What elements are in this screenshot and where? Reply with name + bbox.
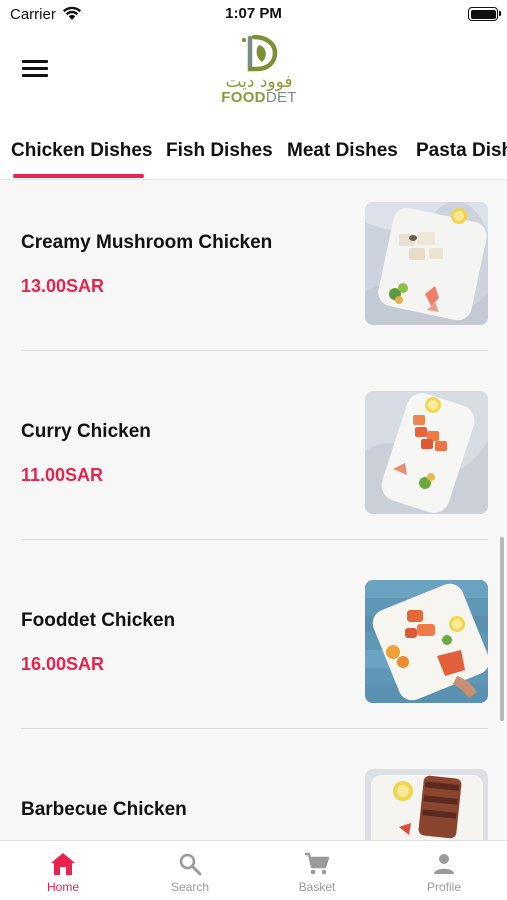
item-divider (21, 539, 488, 540)
list-item[interactable]: Barbecue Chicken (0, 747, 507, 840)
home-icon (51, 853, 75, 875)
dish-name: Curry Chicken (21, 421, 151, 442)
nav-search-label: Search (170, 880, 210, 894)
dish-name: Fooddet Chicken (21, 610, 176, 631)
dish-image (365, 580, 488, 703)
nav-search[interactable]: Search (127, 841, 253, 900)
tab-fish-dishes[interactable]: Fish Dishes (166, 140, 273, 162)
battery-icon (468, 7, 501, 21)
dish-price: 11.00SAR (21, 465, 104, 485)
search-icon (179, 853, 202, 876)
tab-meat-dishes[interactable]: Meat Dishes (287, 140, 398, 162)
nav-profile[interactable]: Profile (381, 841, 507, 900)
logo-brand-text: FOODDET (221, 89, 297, 106)
nav-profile-label: Profile (426, 880, 461, 894)
dish-image (365, 769, 488, 840)
dish-price: 16.00SAR (21, 654, 105, 674)
clock: 1:07 PM (225, 5, 282, 22)
nav-home[interactable]: Home (0, 841, 126, 900)
list-item[interactable]: Curry Chicken 11.00SAR (0, 369, 507, 558)
list-scrollbar[interactable] (500, 537, 504, 721)
cart-icon (305, 852, 330, 875)
tab-pasta-dishes[interactable]: Pasta Dishes (416, 140, 507, 162)
list-item[interactable]: Creamy Mushroom Chicken 13.00SAR (0, 180, 507, 369)
dish-image (365, 202, 488, 325)
bottom-nav: Home Search Basket Profile (0, 840, 507, 900)
app-header: فوود ديت FOODDET (0, 28, 507, 124)
nav-basket-label: Basket (298, 880, 336, 894)
item-divider (21, 728, 488, 729)
dish-name: Barbecue Chicken (21, 799, 187, 820)
dish-price: 13.00SAR (21, 276, 105, 296)
dish-name: Creamy Mushroom Chicken (21, 232, 273, 253)
hamburger-menu-icon[interactable] (22, 60, 48, 82)
status-bar: Carrier 1:07 PM (0, 0, 507, 28)
tab-chicken-dishes[interactable]: Chicken Dishes (11, 140, 153, 162)
fooddet-logo: فوود ديت FOODDET (214, 34, 304, 114)
nav-basket[interactable]: Basket (254, 841, 380, 900)
logo-arabic-text: فوود ديت (225, 72, 293, 92)
leaf-logo-icon (241, 34, 278, 72)
category-tabs: Chicken Dishes Fish Dishes Meat Dishes P… (0, 124, 507, 180)
person-icon (434, 854, 454, 874)
list-item[interactable]: Fooddet Chicken 16.00SAR (0, 558, 507, 747)
item-divider (21, 350, 488, 351)
dish-list[interactable]: Creamy Mushroom Chicken 13.00SAR Curry C… (0, 180, 507, 840)
nav-home-label: Home (46, 880, 79, 894)
active-tab-indicator (13, 174, 144, 178)
dish-image (365, 391, 488, 514)
